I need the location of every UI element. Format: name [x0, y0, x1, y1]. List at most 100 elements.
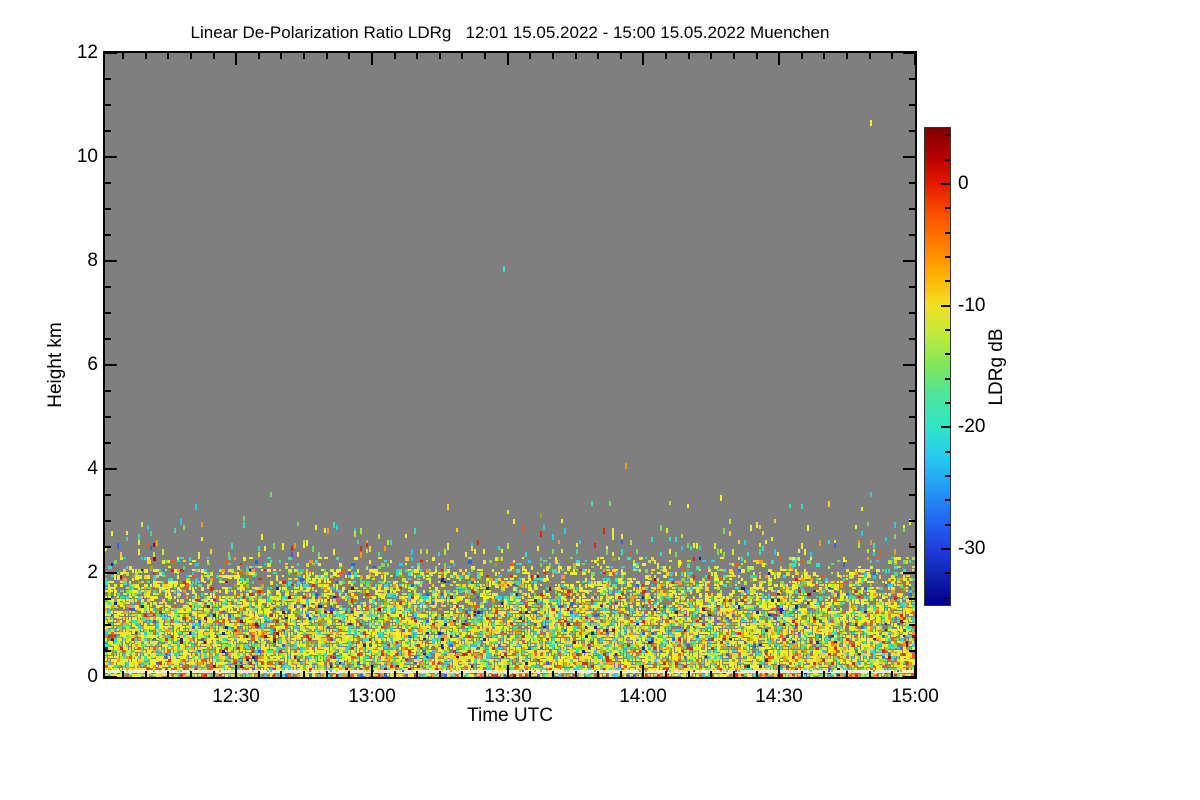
x-tick-label: 14:00 — [619, 686, 667, 707]
y-major-tick-right — [903, 572, 915, 574]
x-minor-tick — [439, 671, 441, 677]
x-minor-tick — [801, 671, 803, 677]
x-minor-tick — [597, 671, 599, 677]
y-minor-tick — [105, 416, 111, 418]
x-minor-tick — [665, 671, 667, 677]
x-minor-tick — [756, 671, 758, 677]
x-minor-tick-top — [416, 53, 418, 59]
colorbar-minor-tick — [945, 353, 950, 355]
colorbar-tick-label: -30 — [958, 538, 986, 559]
x-minor-tick-top — [575, 53, 577, 59]
y-minor-tick-right — [909, 546, 915, 548]
y-major-tick-right — [903, 52, 915, 54]
colorbar-minor-tick — [945, 402, 950, 404]
x-minor-tick — [122, 671, 124, 677]
y-minor-tick-right — [909, 598, 915, 600]
x-minor-tick — [484, 671, 486, 677]
x-minor-tick-top — [303, 53, 305, 59]
y-minor-tick — [105, 494, 111, 496]
x-minor-tick-top — [710, 53, 712, 59]
colorbar-minor-tick — [945, 329, 950, 331]
x-minor-tick-top — [823, 53, 825, 59]
y-major-tick — [105, 156, 117, 158]
x-minor-tick — [394, 671, 396, 677]
y-minor-tick-right — [909, 416, 915, 418]
x-minor-tick — [823, 671, 825, 677]
x-axis-label: Time UTC — [467, 705, 553, 726]
x-major-tick — [235, 665, 237, 677]
y-minor-tick-right — [909, 442, 915, 444]
x-minor-tick — [869, 671, 871, 677]
x-minor-tick-top — [461, 53, 463, 59]
y-minor-tick — [105, 442, 111, 444]
colorbar-tick-label: -10 — [958, 295, 986, 316]
y-tick-label: 12 — [76, 42, 98, 63]
x-major-tick-top — [778, 53, 780, 65]
y-tick-label: 10 — [76, 146, 98, 167]
x-major-tick — [642, 665, 644, 677]
y-tick-label: 4 — [87, 458, 98, 479]
x-minor-tick — [891, 671, 893, 677]
colorbar — [924, 127, 951, 606]
colorbar-minor-tick — [945, 159, 950, 161]
x-minor-tick-top — [552, 53, 554, 59]
chart-title: Linear De-Polarization Ratio LDRg 12:01 … — [190, 23, 830, 42]
x-minor-tick-top — [733, 53, 735, 59]
x-minor-tick — [552, 671, 554, 677]
y-minor-tick-right — [909, 312, 915, 314]
colorbar-minor-tick — [945, 256, 950, 258]
x-minor-tick — [348, 671, 350, 677]
x-minor-tick — [280, 671, 282, 677]
x-minor-tick — [688, 671, 690, 677]
x-major-tick-top — [371, 53, 373, 65]
colorbar-minor-tick — [945, 378, 950, 380]
x-minor-tick-top — [529, 53, 531, 59]
y-minor-tick — [105, 624, 111, 626]
x-minor-tick-top — [280, 53, 282, 59]
y-minor-tick-right — [909, 130, 915, 132]
y-minor-tick — [105, 234, 111, 236]
x-major-tick-top — [914, 53, 916, 65]
colorbar-minor-tick — [945, 134, 950, 136]
heatmap-canvas — [105, 53, 915, 677]
y-minor-tick — [105, 78, 111, 80]
colorbar-major-tick — [941, 183, 950, 185]
y-major-tick-right — [903, 260, 915, 262]
x-minor-tick — [461, 671, 463, 677]
x-minor-tick-top — [167, 53, 169, 59]
x-minor-tick-top — [869, 53, 871, 59]
x-minor-tick — [167, 671, 169, 677]
ldr-quicklook-figure: Linear De-Polarization Ratio LDRg 12:01 … — [0, 0, 1200, 800]
y-major-tick-right — [903, 676, 915, 678]
x-minor-tick-top — [394, 53, 396, 59]
y-minor-tick — [105, 130, 111, 132]
y-major-tick — [105, 468, 117, 470]
x-minor-tick-top — [213, 53, 215, 59]
y-minor-tick-right — [909, 624, 915, 626]
colorbar-minor-tick — [945, 572, 950, 574]
colorbar-minor-tick — [945, 280, 950, 282]
y-minor-tick-right — [909, 650, 915, 652]
y-major-tick — [105, 676, 117, 678]
y-minor-tick-right — [909, 390, 915, 392]
y-minor-tick — [105, 182, 111, 184]
x-minor-tick-top — [122, 53, 124, 59]
x-minor-tick-top — [756, 53, 758, 59]
colorbar-minor-tick — [945, 207, 950, 209]
x-tick-label: 12:30 — [212, 686, 260, 707]
y-minor-tick — [105, 286, 111, 288]
x-minor-tick — [710, 671, 712, 677]
x-minor-tick — [258, 671, 260, 677]
x-major-tick — [371, 665, 373, 677]
x-minor-tick — [733, 671, 735, 677]
y-major-tick-right — [903, 156, 915, 158]
x-tick-label: 14:30 — [755, 686, 803, 707]
colorbar-major-tick — [941, 548, 950, 550]
y-minor-tick — [105, 312, 111, 314]
x-minor-tick-top — [597, 53, 599, 59]
x-minor-tick-top — [620, 53, 622, 59]
x-major-tick — [778, 665, 780, 677]
x-major-tick-top — [642, 53, 644, 65]
x-minor-tick-top — [258, 53, 260, 59]
y-axis-label: Height km — [45, 322, 66, 408]
